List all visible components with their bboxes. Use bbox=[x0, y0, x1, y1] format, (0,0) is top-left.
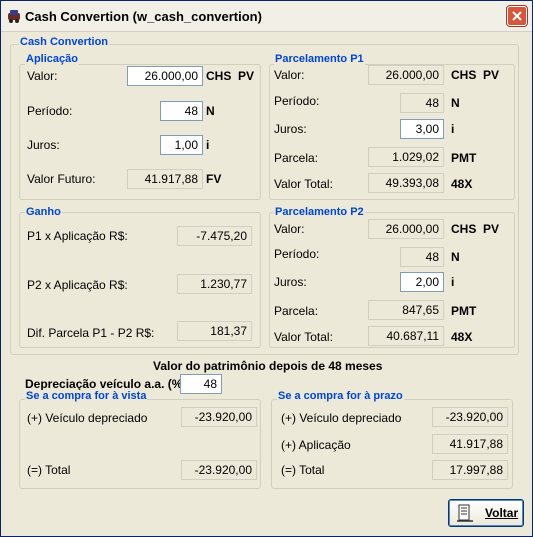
p2-periodo-output: 48 bbox=[400, 247, 444, 267]
ganho-legend: Ganho bbox=[25, 206, 62, 218]
p2-juros-suffix: i bbox=[451, 275, 455, 289]
p2-total-output: 40.687,11 bbox=[368, 326, 444, 346]
p2-legend: Parcelamento P2 bbox=[274, 206, 365, 218]
aplicacao-valor-label: Valor: bbox=[27, 69, 58, 83]
aplicacao-periodo-input[interactable]: 48 bbox=[160, 101, 203, 121]
ganho-dif-output: 181,37 bbox=[177, 321, 252, 341]
p1-legend: Parcelamento P1 bbox=[274, 53, 365, 65]
vista-total-output: -23.920,00 bbox=[181, 460, 257, 480]
p1-periodo-output: 48 bbox=[400, 93, 444, 113]
prazo-total-label: (=) Total bbox=[281, 463, 325, 477]
aplicacao-valor-input[interactable]: 26.000,00 bbox=[127, 66, 203, 86]
p2-periodo-label: Período: bbox=[274, 247, 320, 261]
vista-veiculo-label: (+) Veículo depreciado bbox=[27, 411, 148, 425]
p1-total-output: 49.393,08 bbox=[368, 173, 444, 193]
depreciacao-input[interactable]: 48 bbox=[180, 374, 222, 394]
p1-juros-label: Juros: bbox=[274, 122, 307, 136]
p2-total-label: Valor Total: bbox=[274, 330, 333, 344]
aplicacao-fv-suffix: FV bbox=[206, 172, 222, 186]
aplicacao-fv-label: Valor Futuro: bbox=[27, 172, 96, 186]
ganho-p1-output: -7.475,20 bbox=[177, 226, 252, 246]
aplicacao-juros-label: Juros: bbox=[27, 138, 60, 152]
car-icon bbox=[8, 10, 20, 23]
vista-total-label: (=) Total bbox=[27, 463, 71, 477]
p2-valor-output: 26.000,00 bbox=[368, 219, 444, 239]
exit-door-icon bbox=[457, 504, 473, 522]
prazo-aplicacao-label: (+) Aplicação bbox=[281, 438, 351, 452]
p2-parcela-label: Parcela: bbox=[274, 304, 319, 318]
depreciacao-label: Depreciação veículo a.a. (%): bbox=[25, 377, 191, 391]
p2-valor-suffix: CHS PV bbox=[451, 222, 500, 236]
close-button[interactable] bbox=[507, 6, 527, 26]
aplicacao-periodo-suffix: N bbox=[206, 104, 215, 118]
p2-parcela-suffix: PMT bbox=[451, 304, 477, 318]
ganho-p1-label: P1 x Aplicação R$: bbox=[27, 229, 128, 243]
ganho-dif-label: Dif. Parcela P1 - P2 R$: bbox=[27, 326, 155, 340]
prazo-legend: Se a compra for à prazo bbox=[277, 390, 404, 402]
aplicacao-valor-suffix: CHS PV bbox=[206, 69, 255, 83]
p2-periodo-suffix: N bbox=[451, 250, 460, 264]
p1-parcela-suffix: PMT bbox=[451, 151, 477, 165]
aplicacao-juros-input[interactable]: 1,00 bbox=[160, 135, 203, 155]
p1-periodo-label: Período: bbox=[274, 94, 320, 108]
vista-veiculo-output: -23.920,00 bbox=[181, 407, 257, 427]
voltar-label: Voltar bbox=[485, 506, 519, 520]
aplicacao-fv-output: 41.917,88 bbox=[127, 169, 203, 189]
p2-juros-label: Juros: bbox=[274, 275, 307, 289]
ganho-p2-output: 1.230,77 bbox=[177, 274, 252, 294]
patrimonio-heading: Valor do patrimônio depois de 48 meses bbox=[153, 359, 383, 373]
aplicacao-juros-suffix: i bbox=[206, 138, 210, 152]
p1-parcela-output: 1.029,02 bbox=[368, 147, 444, 167]
p2-parcela-output: 847,65 bbox=[368, 300, 444, 320]
vista-legend: Se a compra for à vista bbox=[25, 390, 148, 402]
voltar-button[interactable]: Voltar bbox=[448, 499, 524, 527]
title-bar[interactable]: Cash Convertion (w_cash_convertion) bbox=[1, 1, 532, 32]
p1-parcela-label: Parcela: bbox=[274, 151, 319, 165]
ganho-p2-label: P2 x Aplicação R$: bbox=[27, 278, 128, 292]
close-icon bbox=[512, 11, 522, 21]
p1-periodo-suffix: N bbox=[451, 96, 460, 110]
aplicacao-legend: Aplicação bbox=[25, 53, 79, 65]
p2-juros-input[interactable]: 2,00 bbox=[400, 272, 444, 292]
cash-convertion-legend: Cash Convertion bbox=[19, 36, 110, 48]
p2-total-suffix: 48X bbox=[451, 330, 473, 344]
prazo-veiculo-output: -23.920,00 bbox=[432, 407, 508, 427]
client-area: Cash Convertion Aplicação Valor: 26.000,… bbox=[5, 34, 527, 532]
prazo-total-output: 17.997,88 bbox=[432, 460, 508, 480]
aplicacao-periodo-label: Período: bbox=[27, 104, 73, 118]
p1-juros-input[interactable]: 3,00 bbox=[400, 119, 444, 139]
window-title: Cash Convertion (w_cash_convertion) bbox=[25, 9, 262, 24]
p2-valor-label: Valor: bbox=[274, 222, 305, 236]
p1-valor-label: Valor: bbox=[274, 68, 305, 82]
p1-total-suffix: 48X bbox=[451, 177, 473, 191]
prazo-veiculo-label: (+) Veículo depreciado bbox=[281, 411, 402, 425]
p1-valor-suffix: CHS PV bbox=[451, 68, 500, 82]
cash-convertion-window: Cash Convertion (w_cash_convertion) Cash… bbox=[0, 0, 533, 537]
p1-total-label: Valor Total: bbox=[274, 177, 333, 191]
p1-juros-suffix: i bbox=[451, 122, 455, 136]
p1-valor-output: 26.000,00 bbox=[368, 65, 444, 85]
prazo-aplicacao-output: 41.917,88 bbox=[432, 434, 508, 454]
